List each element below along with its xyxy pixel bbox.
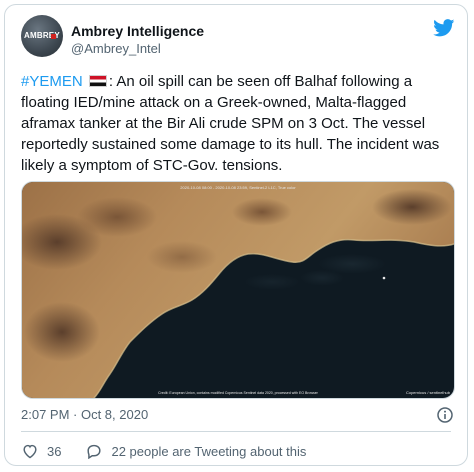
satellite-image: 2020-10-08 08:00 - 2020-10-08 23:59, Sen…: [22, 182, 454, 398]
speech-bubble-icon: [87, 444, 102, 459]
tweet-body: : An oil spill can be seen off Balhaf fo…: [21, 73, 440, 174]
tweet-timestamp[interactable]: 2:07 PM · Oct 8, 2020: [21, 407, 148, 422]
heart-icon: [23, 444, 37, 459]
hashtag-link[interactable]: #YEMEN: [21, 73, 83, 90]
tweeting-about-text: 22 people are Tweeting about this: [111, 443, 307, 459]
like-count: 36: [47, 443, 62, 459]
mountain-shadow: [77, 197, 157, 237]
vessel-dot: [382, 276, 386, 280]
like-button[interactable]: 36: [21, 443, 85, 459]
yemen-flag-icon: [88, 75, 107, 87]
oil-slick: [300, 270, 344, 286]
twitter-bird-icon[interactable]: [433, 19, 455, 37]
mountain-shadow: [372, 189, 452, 225]
tweet-card[interactable]: AMBREY Ambrey Intelligence @Ambrey_Intel…: [4, 4, 468, 466]
tweet-image[interactable]: 2020-10-08 08:00 - 2020-10-08 23:59, Sen…: [21, 181, 455, 399]
tweet-actions: 36 22 people are Tweeting about this: [21, 441, 306, 461]
divider: [21, 431, 451, 432]
image-credit-caption: Credit: European Union, contains modifie…: [158, 391, 319, 395]
author-handle[interactable]: @Ambrey_Intel: [71, 41, 161, 56]
oil-slick: [244, 274, 300, 290]
image-header-caption: 2020-10-08 08:00 - 2020-10-08 23:59, Sen…: [180, 185, 296, 190]
terrain-patch: [147, 241, 217, 273]
tweet-text: #YEMEN : An oil spill can be seen off Ba…: [21, 71, 455, 176]
copernicus-logo: Copernicus / sentinelhub: [406, 390, 451, 395]
mountain-shadow: [24, 302, 100, 362]
mountain-shadow: [232, 198, 292, 226]
tweeting-about-link[interactable]: 22 people are Tweeting about this: [85, 443, 306, 459]
avatar-red-mark: [51, 34, 56, 39]
author-name[interactable]: Ambrey Intelligence: [71, 23, 204, 39]
info-icon[interactable]: [437, 407, 453, 423]
avatar[interactable]: AMBREY: [21, 15, 63, 57]
